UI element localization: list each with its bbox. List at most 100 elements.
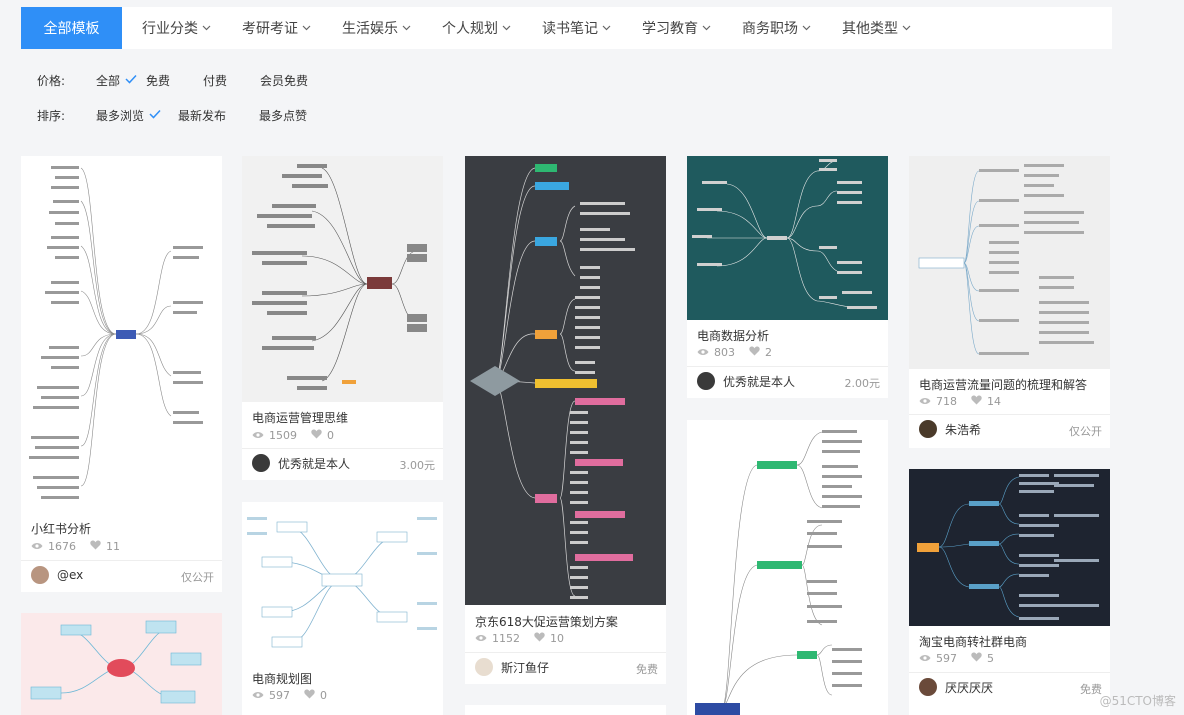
- view-count: 597: [269, 689, 290, 702]
- card-author[interactable]: 优秀就是本人: [252, 454, 350, 472]
- heart-icon: [749, 346, 760, 359]
- like-count: 5: [987, 652, 994, 665]
- card-author[interactable]: 朱浩希: [919, 420, 981, 438]
- heart-icon: [311, 429, 322, 442]
- heart-icon: [971, 652, 982, 665]
- price-option-paid[interactable]: 付费: [203, 72, 227, 89]
- template-card[interactable]: 电商运营流量问题的梳理和解答 718 14 朱浩希 仅公开: [909, 156, 1110, 448]
- chevron-down-icon: [302, 24, 311, 32]
- price-option-member-free[interactable]: 会员免费: [260, 72, 308, 89]
- tab-industry[interactable]: 行业分类: [142, 7, 211, 49]
- tab-personal[interactable]: 个人规划: [442, 7, 511, 49]
- template-card[interactable]: 小红书分析 1676 11 @ex 仅公开: [21, 156, 222, 592]
- card-author[interactable]: 斯汀鱼仔: [475, 658, 549, 676]
- mindmap-thumbnail[interactable]: [465, 156, 666, 605]
- avatar: [475, 658, 493, 676]
- tab-exam[interactable]: 考研考证: [242, 7, 311, 49]
- watermark: @51CTO博客: [1099, 694, 1176, 708]
- template-card[interactable]: 淘宝电商转社群电商 597 5 厌厌厌厌 免费: [909, 469, 1110, 715]
- card-author[interactable]: @ex: [31, 566, 83, 584]
- like-count: 14: [987, 395, 1001, 408]
- card-author[interactable]: 优秀就是本人: [697, 372, 795, 390]
- view-count: 1509: [269, 429, 297, 442]
- card-stats: 1676 11: [31, 540, 134, 553]
- card-stats: 1152 10: [475, 632, 578, 645]
- heart-icon: [534, 632, 545, 645]
- eye-icon: [252, 429, 264, 442]
- tab-life[interactable]: 生活娱乐: [342, 7, 411, 49]
- template-card[interactable]: 电商规划图 597 0: [242, 502, 443, 715]
- template-card[interactable]: 电商数据分析 803 2 优秀就是本人 2.00元: [687, 156, 888, 398]
- card-divider: [21, 560, 222, 561]
- mindmap-thumbnail[interactable]: [909, 156, 1110, 369]
- avatar: [697, 372, 715, 390]
- template-card[interactable]: [21, 613, 222, 715]
- card-title[interactable]: 电商运营流量问题的梳理和解答: [919, 376, 1087, 393]
- like-count: 2: [765, 346, 772, 359]
- tab-other[interactable]: 其他类型: [842, 7, 911, 49]
- card-price: 3.00元: [399, 459, 436, 472]
- tab-education[interactable]: 学习教育: [642, 7, 711, 49]
- eye-icon: [697, 346, 709, 359]
- eye-icon: [31, 540, 43, 553]
- card-price: 仅公开: [181, 571, 214, 584]
- tab-all-templates[interactable]: 全部模板: [21, 7, 122, 49]
- mindmap-thumbnail[interactable]: [242, 502, 443, 662]
- card-stats: 803 2: [697, 346, 786, 359]
- heart-icon: [304, 689, 315, 702]
- card-divider: [909, 414, 1110, 415]
- tab-reading[interactable]: 读书笔记: [542, 7, 611, 49]
- sort-option-newest[interactable]: 最新发布: [178, 107, 226, 124]
- chevron-down-icon: [802, 24, 811, 32]
- like-count: 0: [327, 429, 334, 442]
- chevron-down-icon: [502, 24, 511, 32]
- tab-business[interactable]: 商务职场: [742, 7, 811, 49]
- category-nav: 全部模板 行业分类 考研考证 生活娱乐 个人规划 读书笔记 学习教育 商务职场 …: [21, 7, 1112, 49]
- card-title[interactable]: 淘宝电商转社群电商: [919, 633, 1027, 650]
- mindmap-thumbnail[interactable]: [21, 613, 222, 715]
- card-title[interactable]: 小红书分析: [31, 520, 91, 537]
- eye-icon: [919, 395, 931, 408]
- template-card[interactable]: [465, 705, 666, 715]
- sort-filter-label: 排序:: [37, 108, 66, 123]
- template-card[interactable]: [687, 420, 888, 715]
- price-filter-label: 价格:: [37, 73, 66, 88]
- card-title[interactable]: 电商规划图: [252, 670, 312, 687]
- view-count: 803: [714, 346, 735, 359]
- mindmap-thumbnail[interactable]: [687, 420, 888, 715]
- card-stats: 597 0: [252, 689, 341, 702]
- like-count: 10: [550, 632, 564, 645]
- template-card[interactable]: 电商运营管理思维 1509 0 优秀就是本人 3.00元: [242, 156, 443, 480]
- avatar: [919, 420, 937, 438]
- price-option-free[interactable]: 免费: [146, 72, 170, 89]
- like-count: 0: [320, 689, 327, 702]
- card-price: 2.00元: [844, 377, 881, 390]
- view-count: 1676: [48, 540, 76, 553]
- chevron-down-icon: [602, 24, 611, 32]
- avatar: [31, 566, 49, 584]
- avatar: [252, 454, 270, 472]
- card-title[interactable]: 电商运营管理思维: [252, 409, 348, 426]
- heart-icon: [90, 540, 101, 553]
- mindmap-thumbnail[interactable]: [909, 469, 1110, 626]
- card-stats: 597 5: [919, 652, 1008, 665]
- mindmap-thumbnail[interactable]: [687, 156, 888, 320]
- template-card[interactable]: 京东618大促运营策划方案 1152 10 斯汀鱼仔 免费: [465, 156, 666, 684]
- check-icon: [125, 73, 137, 87]
- sort-option-most-liked[interactable]: 最多点赞: [259, 107, 307, 124]
- card-title[interactable]: 电商数据分析: [697, 327, 769, 344]
- mindmap-thumbnail[interactable]: [242, 156, 443, 402]
- card-divider: [242, 448, 443, 449]
- mindmap-thumbnail[interactable]: [465, 705, 666, 715]
- sort-option-most-viewed[interactable]: 最多浏览: [96, 107, 161, 124]
- mindmap-thumbnail[interactable]: [21, 156, 222, 514]
- price-option-all[interactable]: 全部: [96, 72, 137, 89]
- check-icon: [149, 108, 161, 122]
- card-divider: [465, 652, 666, 653]
- eye-icon: [919, 652, 931, 665]
- view-count: 718: [936, 395, 957, 408]
- card-author[interactable]: 厌厌厌厌: [919, 678, 993, 696]
- eye-icon: [475, 632, 487, 645]
- card-title[interactable]: 京东618大促运营策划方案: [475, 613, 618, 630]
- eye-icon: [252, 689, 264, 702]
